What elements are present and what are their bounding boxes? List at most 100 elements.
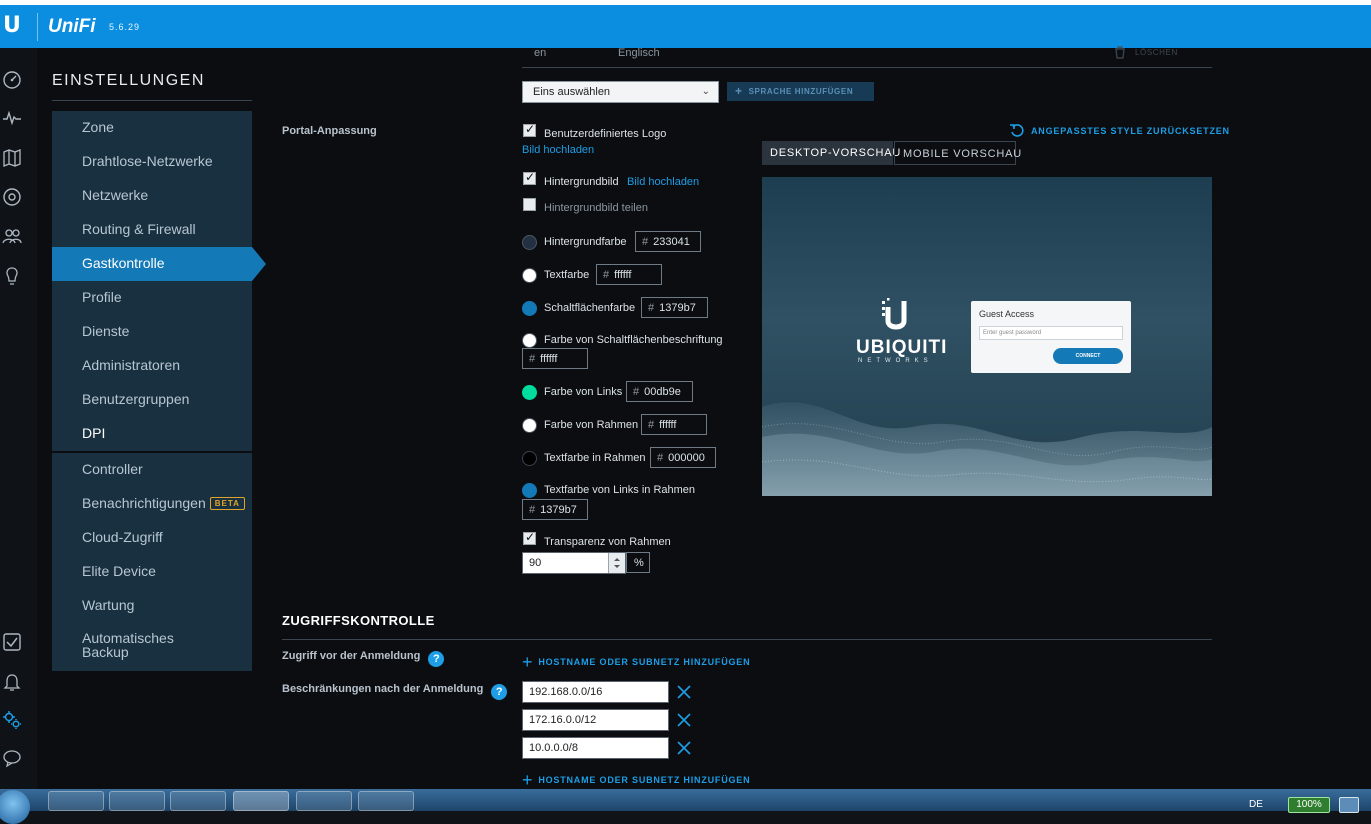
- sidebar-item-networks[interactable]: Netzwerke: [82, 187, 148, 203]
- connect-button[interactable]: CONNECT: [1053, 348, 1123, 364]
- tile-background-checkbox[interactable]: [523, 198, 536, 211]
- add-language-button[interactable]: + SPRACHE HINZUFÜGEN: [727, 82, 874, 101]
- transparency-label: Transparenz von Rahmen: [544, 536, 671, 548]
- background-color-label: Hintergrundfarbe: [544, 236, 627, 248]
- devices-icon[interactable]: [2, 187, 22, 207]
- custom-logo-checkbox[interactable]: ✓: [523, 122, 536, 137]
- custom-logo-label: Benutzerdefiniertes Logo: [544, 128, 667, 140]
- transparency-stepper[interactable]: [608, 553, 625, 573]
- box-text-color-swatch[interactable]: [522, 451, 537, 466]
- box-color-swatch[interactable]: [522, 418, 537, 433]
- keyboard-language[interactable]: DE: [1249, 799, 1263, 810]
- restriction-input[interactable]: 10.0.0.0/8: [522, 737, 669, 759]
- checkmark-icon: ✓: [525, 530, 536, 544]
- link-color-swatch[interactable]: [522, 385, 537, 400]
- tab-desktop-preview[interactable]: DESKTOP-VORSCHAU: [762, 141, 900, 165]
- restriction-input[interactable]: 172.16.0.0/12: [522, 709, 669, 731]
- plus-icon: +: [735, 84, 743, 98]
- add-post-auth-host-button[interactable]: + HOSTNAME ODER SUBNETZ HINZUFÜGEN: [522, 770, 750, 791]
- button-color-label: Schaltflächenfarbe: [544, 302, 636, 314]
- sidebar-item-routing-firewall[interactable]: Routing & Firewall: [82, 221, 196, 237]
- settings-gears-icon[interactable]: [2, 710, 22, 730]
- ubiquiti-logo-icon[interactable]: U: [3, 15, 23, 37]
- logo-upload-link[interactable]: Bild hochladen: [522, 144, 594, 156]
- box-text-color-label: Textfarbe in Rahmen: [544, 452, 646, 464]
- taskbar-app-ie[interactable]: [48, 791, 104, 811]
- preview-brand-name: UBIQUITI: [856, 337, 948, 358]
- alerts-check-icon[interactable]: [2, 632, 22, 652]
- background-image-label: Hintergrundbild: [544, 176, 619, 188]
- dashboard-icon[interactable]: [2, 70, 22, 90]
- remove-icon[interactable]: [675, 711, 693, 729]
- button-text-color-input[interactable]: # ffffff: [522, 348, 588, 369]
- language-select[interactable]: Eins auswählen ⌄: [522, 81, 719, 103]
- delete-language-button[interactable]: LÖSCHEN: [1135, 48, 1178, 57]
- taskbar-app-firefox[interactable]: [233, 791, 289, 811]
- sidebar-item-admins[interactable]: Administratoren: [82, 357, 180, 373]
- box-link-color-swatch[interactable]: [522, 483, 537, 498]
- trash-icon[interactable]: [1114, 46, 1126, 59]
- add-pre-auth-host-button[interactable]: + HOSTNAME ODER SUBNETZ HINZUFÜGEN: [522, 652, 750, 673]
- transparency-checkbox[interactable]: ✓: [523, 530, 536, 545]
- chat-icon[interactable]: [2, 748, 22, 768]
- guest-password-input[interactable]: Enter guest password: [979, 326, 1123, 340]
- help-icon[interactable]: ?: [428, 651, 445, 667]
- box-link-color-value: 1379b7: [540, 504, 577, 516]
- remove-icon[interactable]: [675, 683, 693, 701]
- background-image-checkbox[interactable]: ✓: [523, 170, 536, 185]
- map-icon[interactable]: [2, 148, 22, 168]
- hash-prefix: #: [529, 353, 536, 365]
- clients-icon[interactable]: [2, 226, 22, 246]
- reset-icon[interactable]: [1010, 124, 1024, 138]
- bell-icon[interactable]: [2, 672, 22, 692]
- start-button[interactable]: [0, 790, 30, 824]
- sidebar-item-guest-control[interactable]: Gastkontrolle: [82, 255, 164, 271]
- sidebar-item-dpi[interactable]: DPI: [82, 425, 105, 441]
- taskbar-app-chrome[interactable]: [296, 791, 352, 811]
- sidebar-item-user-groups[interactable]: Benutzergruppen: [82, 391, 189, 407]
- language-code: en: [534, 47, 547, 59]
- taskbar-app-media[interactable]: [170, 791, 226, 811]
- button-color-swatch[interactable]: [522, 301, 537, 316]
- sidebar-item-wireless-networks[interactable]: Drahtlose-Netzwerke: [82, 153, 213, 169]
- text-color-swatch[interactable]: [522, 268, 537, 283]
- sidebar-item-controller[interactable]: Controller: [82, 461, 143, 477]
- box-text-color-input[interactable]: #000000: [650, 447, 716, 468]
- sidebar-item-auto-backup[interactable]: Automatisches Backup: [82, 631, 174, 659]
- box-link-color-input[interactable]: #1379b7: [522, 499, 588, 520]
- sidebar-item-notifications[interactable]: Benachrichtigungen BETA: [82, 495, 245, 511]
- transparency-unit: %: [626, 552, 650, 573]
- sidebar-item-elite-device[interactable]: Elite Device: [82, 563, 156, 579]
- sidebar-title: EINSTELLUNGEN: [52, 72, 205, 89]
- restriction-input[interactable]: 192.168.0.0/16: [522, 681, 669, 703]
- remove-icon[interactable]: [675, 739, 693, 757]
- sidebar-item-zone[interactable]: Zone: [82, 119, 114, 135]
- text-color-input[interactable]: # ffffff: [596, 264, 662, 285]
- language-select-value: Eins auswählen: [533, 86, 611, 98]
- plus-icon: +: [522, 652, 534, 672]
- sidebar-item-profiles[interactable]: Profile: [82, 289, 122, 305]
- link-color-value: 00db9e: [644, 386, 681, 398]
- hash-prefix: #: [648, 419, 655, 431]
- help-icon[interactable]: ?: [491, 684, 508, 700]
- box-color-input[interactable]: # ffffff: [641, 414, 707, 435]
- tab-mobile-preview[interactable]: MOBILE VORSCHAU: [894, 141, 1021, 165]
- reset-style-button[interactable]: ANGEPASSTES STYLE ZURÜCKSETZEN: [1031, 126, 1230, 136]
- sidebar-item-cloud-access[interactable]: Cloud-Zugriff: [82, 529, 163, 545]
- topbar-divider: [37, 13, 38, 41]
- taskbar-app-explorer[interactable]: [109, 791, 165, 811]
- sidebar-item-services[interactable]: Dienste: [82, 323, 129, 339]
- button-text-color-swatch[interactable]: [522, 333, 537, 348]
- statistics-icon[interactable]: [2, 108, 22, 128]
- link-color-input[interactable]: #00db9e: [626, 381, 693, 402]
- sidebar-item-maintenance[interactable]: Wartung: [82, 597, 134, 613]
- background-color-input[interactable]: #233041: [635, 231, 701, 252]
- taskbar-app-other[interactable]: [358, 791, 414, 811]
- background-upload-link[interactable]: Bild hochladen: [627, 176, 699, 188]
- sidebar-active-arrow: [252, 247, 266, 281]
- box-link-color-label: Textfarbe von Links in Rahmen: [544, 484, 696, 496]
- insights-icon[interactable]: [2, 266, 22, 286]
- background-color-swatch[interactable]: [522, 235, 537, 250]
- button-color-input[interactable]: #1379b7: [641, 297, 708, 318]
- pre-auth-access-label: Zugriff vor der Anmeldung?: [282, 650, 445, 667]
